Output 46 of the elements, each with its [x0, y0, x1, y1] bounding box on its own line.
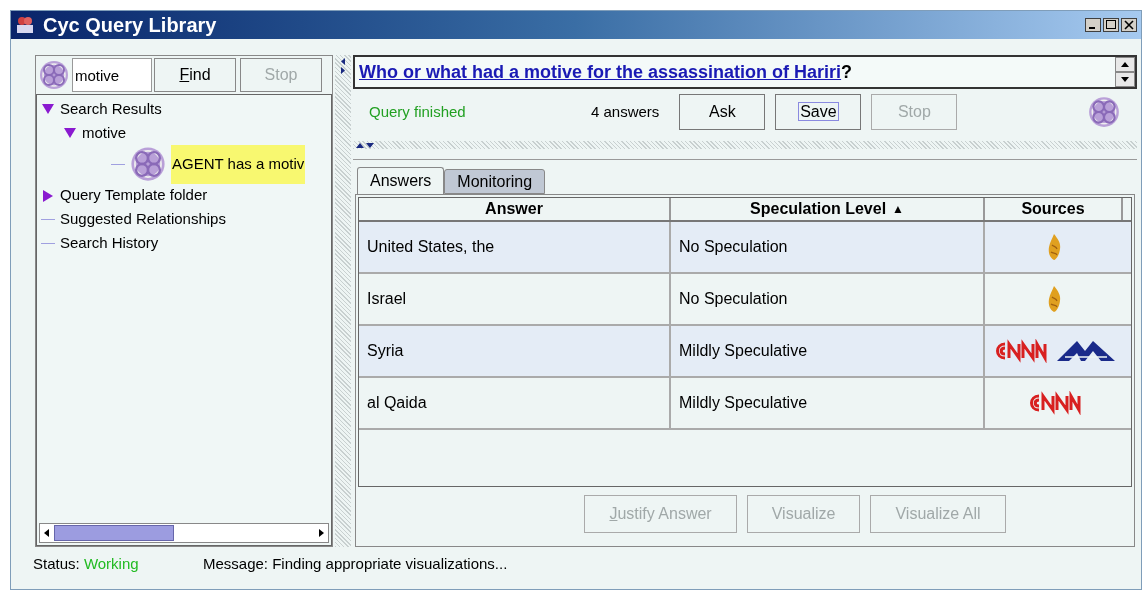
collapse-arrows-icon[interactable]	[353, 141, 377, 149]
tab[interactable]: Answers	[357, 167, 445, 194]
app-icon	[15, 15, 35, 35]
status-message: Message: Finding appropriate visualizations...	[203, 553, 508, 574]
tab[interactable]: Monitoring	[444, 169, 546, 194]
maximize-icon[interactable]	[1103, 18, 1119, 32]
table-cell: No Speculation	[671, 274, 985, 324]
question-link[interactable]: Who or what had a motive for the assassination of Hariri	[359, 61, 842, 82]
query-button[interactable]: Ask	[679, 94, 766, 130]
find-button[interactable]: Find	[154, 58, 236, 92]
answer-count: 4 answers	[591, 101, 660, 122]
table-cell: Syria	[359, 326, 671, 376]
tree-item[interactable]: AGENT has a motiv	[171, 145, 306, 184]
minimize-icon[interactable]	[1085, 18, 1101, 32]
mountain-logo-icon	[1055, 339, 1117, 363]
spinner-icon[interactable]	[1115, 57, 1135, 87]
table-cell: Israel	[359, 274, 671, 324]
status-text: Status: Working	[33, 553, 140, 574]
search-field[interactable]: motive	[72, 58, 152, 92]
lattice-icon	[1087, 95, 1121, 129]
calligraphy-logo-icon	[1046, 285, 1062, 313]
expanded-triangle-icon[interactable]	[41, 102, 55, 116]
tree-item[interactable]: Suggested Relationships	[59, 208, 227, 231]
query-status: Query finished	[369, 101, 467, 122]
calligraphy-logo-icon	[1046, 233, 1062, 261]
table-cell: Mildly Speculative	[671, 326, 985, 376]
collapse-arrows-icon[interactable]	[339, 57, 347, 75]
question-field[interactable]: Who or what had a motive for the assassination of Hariri?	[353, 55, 1137, 89]
question-mark: ?	[841, 61, 853, 82]
table-cell: No Speculation	[671, 222, 985, 272]
tree-item[interactable]: Search Results	[59, 97, 163, 121]
close-icon[interactable]	[1121, 18, 1137, 32]
scrollbar-thumb[interactable]	[54, 525, 174, 541]
table-cell: United States, the	[359, 222, 671, 272]
expanded-triangle-icon[interactable]	[63, 126, 77, 140]
table-cell: al Qaida	[359, 378, 671, 428]
tree-item[interactable]: motive	[81, 121, 128, 145]
query-button[interactable]: Save	[775, 94, 862, 130]
tree-item[interactable]: Search History	[59, 232, 160, 255]
lattice-icon	[129, 145, 167, 184]
window-title: Cyc Query Library	[43, 13, 217, 38]
table-cell: Mildly Speculative	[671, 378, 985, 428]
tree-item[interactable]: Query Template folder	[59, 184, 209, 207]
lattice-icon	[38, 59, 70, 91]
horizontal-scrollbar[interactable]	[39, 523, 329, 543]
collapsed-triangle-icon[interactable]	[41, 188, 55, 203]
